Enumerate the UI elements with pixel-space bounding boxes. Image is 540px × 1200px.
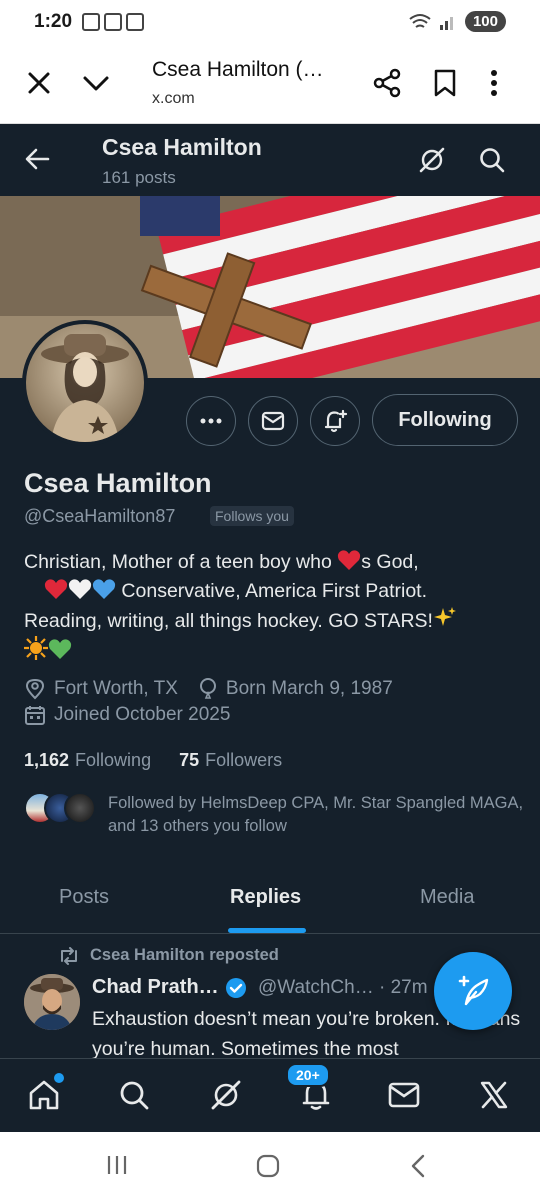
back-arrow-icon[interactable] <box>24 146 50 177</box>
followers-count: 75 <box>179 750 200 770</box>
tweet-author-avatar[interactable] <box>24 974 80 1030</box>
bio-text: Reading, writing, all things hockey. GO … <box>24 610 433 632</box>
repost-context[interactable]: Csea Hamilton reposted <box>58 946 279 965</box>
following-label: Following <box>75 750 152 770</box>
repost-icon <box>61 946 77 965</box>
search-icon[interactable] <box>478 146 506 179</box>
profile-tabs: Posts Replies Media <box>0 866 540 934</box>
recents-icon[interactable] <box>106 1154 128 1181</box>
status-bar: 1:20 100 <box>0 0 540 46</box>
bottom-nav: 20+ <box>0 1058 540 1132</box>
chevron-down-icon[interactable] <box>82 70 110 101</box>
share-icon[interactable] <box>372 68 402 103</box>
compose-button[interactable] <box>434 952 512 1030</box>
signal-icon <box>439 16 453 30</box>
red-heart-emoji <box>338 550 361 570</box>
blue-heart-emoji <box>92 579 116 599</box>
bio-text: Christian, Mother of a teen boy who <box>24 551 338 573</box>
profile-location: Fort Worth, TX <box>54 678 178 699</box>
red-heart-emoji <box>44 579 68 599</box>
x-logo-icon <box>480 1081 508 1109</box>
close-icon[interactable] <box>26 70 52 101</box>
profile-bio: Christian, Mother of a teen boy who s Go… <box>24 548 516 666</box>
balloon-icon <box>199 678 216 699</box>
wifi-icon <box>409 13 431 28</box>
tweet-author[interactable]: Chad Prath… <box>92 976 247 999</box>
browser-toolbar: Csea Hamilton (… x.com <box>0 46 540 124</box>
status-notification-icons <box>82 13 144 31</box>
more-options-button[interactable] <box>186 396 236 446</box>
profile-display-name: Csea Hamilton <box>24 468 212 498</box>
search-icon <box>120 1081 149 1110</box>
grok-icon[interactable] <box>418 146 446 179</box>
avatar-image <box>41 334 129 442</box>
tweet-meta: @WatchCh… · 27m <box>258 977 428 999</box>
profile-page: Csea Hamilton 161 posts Following Csea H… <box>0 124 540 1132</box>
nav-x[interactable] <box>474 1075 514 1115</box>
profile-avatar[interactable] <box>22 320 148 446</box>
status-time: 1:20 <box>34 11 73 32</box>
profile-top-nav: Csea Hamilton 161 posts <box>0 124 540 196</box>
battery-indicator: 100 <box>464 11 506 32</box>
home-icon <box>29 1080 59 1110</box>
following-button[interactable]: Following <box>372 394 518 446</box>
notifications-badge: 20+ <box>286 1063 330 1087</box>
followers-label: Followers <box>205 750 283 770</box>
sparkles-emoji <box>433 607 456 626</box>
home-unread-dot <box>54 1073 64 1083</box>
bio-text: Conservative, America First Patriot. <box>116 580 428 602</box>
profile-handle: @CseaHamilton87 <box>24 506 176 526</box>
bell-plus-icon <box>324 409 348 433</box>
system-nav-bar <box>0 1132 540 1200</box>
grok-icon <box>211 1080 241 1110</box>
tweet-author-handle: @WatchCh… <box>258 977 374 998</box>
white-heart-emoji <box>68 579 92 599</box>
location-icon <box>25 678 45 700</box>
profile-meta-row-2: Joined October 2025 <box>24 704 230 726</box>
avatar <box>64 792 96 824</box>
repost-label: Csea Hamilton reposted <box>90 946 279 964</box>
sun-emoji <box>24 636 48 660</box>
status-right: 100 <box>409 11 506 32</box>
followed-by-text[interactable]: Followed by HelmsDeep CPA, Mr. Star Span… <box>108 792 528 838</box>
notify-button[interactable] <box>310 396 360 446</box>
compose-icon <box>458 975 489 1006</box>
nav-grok[interactable] <box>206 1075 246 1115</box>
profile-birthday: Born March 9, 1987 <box>225 678 393 699</box>
tweet-author-name: Chad Prath… <box>92 976 219 998</box>
nav-messages[interactable] <box>384 1075 424 1115</box>
header-name: Csea Hamilton <box>102 134 262 160</box>
tweet-time: · 27m <box>379 977 428 998</box>
profile-meta-row-1: Fort Worth, TX Born March 9, 1987 <box>24 678 393 700</box>
message-button[interactable] <box>248 396 298 446</box>
bookmark-icon[interactable] <box>432 68 458 103</box>
browser-page-title: Csea Hamilton (… <box>152 58 324 81</box>
verified-icon <box>225 977 246 998</box>
back-icon[interactable] <box>410 1154 426 1183</box>
home-button-icon[interactable] <box>256 1154 280 1183</box>
followed-by-avatars[interactable] <box>24 792 96 826</box>
mail-icon <box>261 411 285 431</box>
nav-search[interactable] <box>114 1075 154 1115</box>
tab-posts[interactable]: Posts <box>59 886 109 909</box>
follow-counts: 1,162 Following 75 Followers <box>24 750 282 771</box>
bio-text: s God, <box>361 551 419 573</box>
green-heart-emoji <box>48 639 72 659</box>
follows-you-badge: Follows you <box>210 506 294 526</box>
active-tab-indicator <box>228 928 306 933</box>
avatar-image <box>24 974 80 1030</box>
followers-count-link[interactable]: 75 Followers <box>179 750 282 771</box>
tab-replies[interactable]: Replies <box>230 886 301 909</box>
calendar-icon <box>25 706 45 725</box>
more-vert-icon[interactable] <box>490 68 498 103</box>
profile-joined: Joined October 2025 <box>54 704 231 725</box>
header-post-count: 161 posts <box>102 168 176 187</box>
more-icon <box>200 418 222 424</box>
following-count-link[interactable]: 1,162 Following <box>24 750 151 771</box>
following-count: 1,162 <box>24 750 70 770</box>
tab-media[interactable]: Media <box>420 886 474 909</box>
mail-icon <box>388 1082 420 1108</box>
browser-url: x.com <box>152 90 195 107</box>
